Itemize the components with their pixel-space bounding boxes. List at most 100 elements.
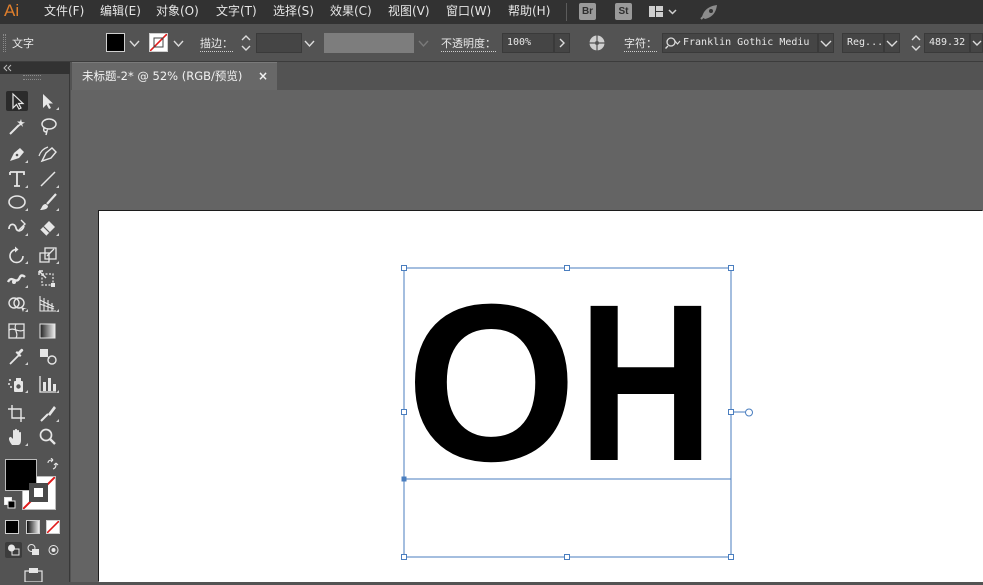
character-label[interactable]: 字符： [624, 35, 657, 52]
zoom-tool[interactable] [37, 427, 59, 447]
shape-builder-tool[interactable] [6, 293, 28, 313]
menu-select[interactable]: 选择(S) [273, 0, 314, 24]
blend-icon [40, 349, 57, 365]
direct-selection-tool[interactable] [37, 91, 59, 111]
selected-text-object[interactable]: O H [406, 271, 736, 553]
perspective-grid-tool[interactable] [37, 293, 59, 313]
mesh-tool[interactable] [6, 321, 28, 341]
variable-width-profile[interactable] [324, 33, 414, 53]
stroke-inner-swatch [29, 483, 48, 502]
document-tab[interactable]: 未标题-2* @ 52% (RGB/预览) × [72, 62, 277, 90]
control-bar: 文字 描边： 不透明度： 100% 字符： Franklin Gothic Me… [0, 24, 983, 62]
free-transform-tool[interactable] [37, 269, 59, 289]
free-transform-icon [38, 270, 55, 287]
column-graph-tool[interactable] [37, 374, 59, 394]
panel-grip[interactable] [23, 75, 41, 80]
fill-dropdown-chevron-icon[interactable] [129, 39, 140, 49]
font-style-input[interactable]: Reg... [842, 33, 884, 53]
close-tab-icon[interactable]: × [258, 63, 268, 89]
ellipse-tool[interactable] [6, 192, 28, 212]
menu-help[interactable]: 帮助(H) [508, 0, 550, 24]
artboard-tool[interactable] [6, 403, 28, 423]
change-screen-mode-button[interactable] [24, 568, 44, 583]
default-fill-stroke-icon[interactable] [4, 497, 16, 509]
stroke-color-swatch[interactable] [149, 33, 168, 52]
draw-inside-icon [48, 545, 59, 555]
font-family-input[interactable]: Franklin Gothic Mediu [662, 33, 818, 53]
lasso-tool[interactable] [37, 116, 59, 136]
artboard-icon [8, 405, 25, 422]
eyedropper-tool[interactable] [6, 346, 28, 366]
opacity-arrow-button[interactable] [554, 33, 570, 53]
symbol-sprayer-tool[interactable] [6, 374, 28, 394]
gpu-performance-button[interactable] [698, 3, 720, 21]
document-tab-title: 未标题-2* @ 52% (RGB/预览) [82, 69, 243, 83]
selection-arrow-icon [12, 92, 25, 110]
stroke-weight-chevron-icon[interactable] [304, 39, 315, 49]
magic-wand-icon [9, 119, 25, 135]
gradient-tool[interactable] [37, 321, 59, 341]
selection-tool[interactable] [6, 91, 28, 111]
chevron-right-icon [559, 38, 565, 48]
opacity-input[interactable]: 100% [502, 33, 554, 53]
lasso-icon [41, 118, 57, 136]
rocket-icon [700, 5, 717, 20]
stock-button[interactable]: St [615, 3, 632, 20]
mesh-icon [8, 323, 25, 339]
font-size-dropdown[interactable] [970, 33, 983, 53]
none-mode-button[interactable] [46, 520, 60, 534]
menu-view[interactable]: 视图(V) [388, 0, 430, 24]
magic-wand-tool[interactable] [6, 116, 28, 136]
opacity-label[interactable]: 不透明度： [441, 35, 496, 52]
font-family-dropdown[interactable] [818, 33, 834, 53]
blend-tool[interactable] [37, 346, 59, 366]
hand-tool[interactable] [6, 427, 28, 447]
width-tool[interactable] [6, 269, 28, 289]
tools-panel [0, 74, 70, 583]
menu-edit[interactable]: 编辑(E) [100, 0, 141, 24]
shaper-tool[interactable] [6, 217, 28, 237]
menu-object[interactable]: 对象(O) [156, 0, 199, 24]
font-size-stepper-icon[interactable] [910, 32, 922, 54]
menu-bar: Ai 文件(F) 编辑(E) 对象(O) 文字(T) 选择(S) 效果(C) 视… [0, 0, 983, 24]
curvature-tool[interactable] [37, 144, 59, 164]
font-style-dropdown[interactable] [884, 33, 900, 53]
color-mode-button[interactable] [5, 520, 19, 534]
draw-inside-button[interactable] [45, 542, 62, 558]
workspace-switcher[interactable] [648, 4, 678, 20]
stroke-dropdown-chevron-icon[interactable] [173, 39, 184, 49]
gradient-mode-button[interactable] [26, 520, 40, 534]
menu-type[interactable]: 文字(T) [216, 0, 257, 24]
collapse-panel-icon[interactable] [3, 64, 13, 72]
eraser-tool[interactable] [37, 217, 59, 237]
scale-tool[interactable] [37, 245, 59, 265]
paintbrush-tool[interactable] [37, 192, 59, 212]
profile-dropdown-chevron-icon[interactable] [418, 39, 429, 49]
menu-effect[interactable]: 效果(C) [330, 0, 372, 24]
menu-window[interactable]: 窗口(W) [446, 0, 491, 24]
none-slash-icon [150, 34, 167, 51]
workspace-layout-icon [649, 6, 677, 17]
stroke-weight-stepper-icon[interactable] [240, 32, 252, 54]
stroke-weight-input[interactable] [256, 33, 302, 53]
line-segment-tool[interactable] [37, 169, 59, 189]
fill-color-swatch[interactable] [106, 33, 125, 52]
recolor-artwork-icon[interactable] [587, 34, 607, 52]
font-size-input[interactable]: 489.32 [924, 33, 970, 53]
menu-file[interactable]: 文件(F) [44, 0, 84, 24]
rotate-tool[interactable] [6, 245, 28, 265]
chevron-down-icon [972, 40, 982, 46]
bridge-button[interactable]: Br [579, 3, 596, 20]
slice-tool[interactable] [37, 403, 59, 423]
none-slash-icon [47, 521, 59, 533]
gradient-icon [39, 323, 56, 339]
draw-behind-button[interactable] [25, 542, 42, 558]
tools-panel-header[interactable] [0, 62, 70, 74]
stroke-label[interactable]: 描边： [200, 35, 233, 52]
swap-fill-stroke-icon[interactable] [45, 458, 59, 472]
panel-grip[interactable] [3, 34, 6, 52]
draw-normal-button[interactable] [5, 542, 22, 558]
type-tool[interactable] [6, 169, 28, 189]
font-search-icon [665, 37, 681, 49]
pen-tool[interactable] [6, 144, 28, 164]
